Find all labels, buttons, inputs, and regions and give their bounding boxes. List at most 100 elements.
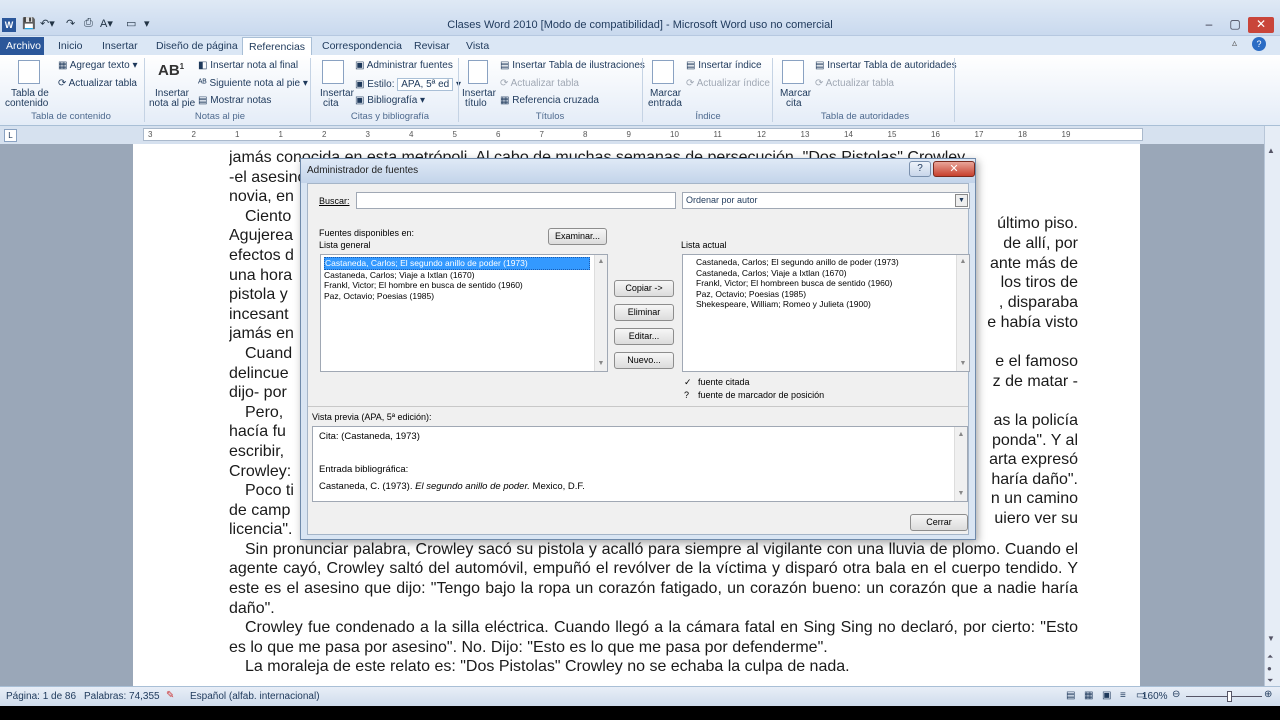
print-icon[interactable]: ⎙ [84, 17, 93, 33]
word-count[interactable]: Palabras: 74,355 [84, 691, 160, 702]
tab-selector-icon[interactable]: L [4, 129, 17, 142]
tab-archivo[interactable]: Archivo [0, 37, 44, 55]
browse-button[interactable]: Examinar... [548, 228, 607, 245]
update-table-figures-button[interactable]: ⟳ Actualizar tabla [500, 78, 579, 89]
undo-icon[interactable]: ↶▾ [40, 17, 55, 33]
source-list-item[interactable]: Frankl, Victor; El hombreen busca de sen… [686, 278, 966, 289]
mark-entry-icon[interactable] [652, 60, 674, 84]
view-outline-icon[interactable]: ≡ [1120, 690, 1126, 701]
scroll-up-icon[interactable]: ▲ [1267, 146, 1275, 155]
page-count[interactable]: Página: 1 de 86 [6, 691, 76, 702]
show-notes-button[interactable]: ▤ Mostrar notas [198, 95, 271, 106]
master-sources-list[interactable]: Castaneda, Carlos; El segundo anillo de … [320, 254, 608, 372]
vertical-scrollbar[interactable]: ▲ ▼ ⏶ ● ⏷ [1264, 126, 1280, 686]
font-color-icon[interactable]: A▾ [100, 17, 113, 33]
tab-correspondencia[interactable]: Correspondencia [316, 37, 408, 55]
update-table-authorities-button[interactable]: ⟳ Actualizar tabla [815, 78, 894, 89]
zoom-slider[interactable] [1186, 696, 1262, 697]
customize-qat-icon[interactable]: ▾ [144, 17, 150, 33]
mark-entry-label-2[interactable]: entrada [648, 98, 682, 109]
current-list-scrollbar[interactable]: ▲ ▼ [956, 255, 969, 371]
save-icon[interactable]: 💾 [22, 17, 36, 33]
update-table-button[interactable]: ⟳ Actualizar tabla [58, 78, 137, 89]
manage-sources-button[interactable]: ▣ Administrar fuentes [355, 60, 453, 71]
tab-revisar[interactable]: Revisar [408, 37, 456, 55]
copy-button[interactable]: Copiar -> [614, 280, 674, 297]
word-logo-icon[interactable]: W [2, 18, 16, 32]
next-page-icon[interactable]: ⏷ [1267, 676, 1273, 686]
preview-scrollbar[interactable]: ▲ ▼ [954, 427, 967, 501]
dialog-body: Buscar: Ordenar por autor ▼ Fuentes disp… [307, 183, 970, 535]
maximize-icon[interactable]: ▢ [1222, 17, 1248, 33]
zoom-out-icon[interactable]: ⊖ [1172, 689, 1180, 700]
minimize-ribbon-icon[interactable]: ▵ [1232, 38, 1237, 49]
footnote-icon[interactable]: AB1 [158, 62, 184, 79]
close-button[interactable]: Cerrar [910, 514, 968, 531]
source-list-item[interactable]: Shekespeare, William; Romeo y Julieta (1… [686, 299, 966, 310]
search-input[interactable] [356, 192, 676, 209]
dialog-help-button[interactable]: ? [909, 161, 931, 177]
source-list-item[interactable]: Castaneda, Carlos; El segundo anillo de … [324, 257, 590, 270]
help-icon[interactable]: ? [1252, 37, 1266, 51]
bibliography-button[interactable]: ▣ Bibliografía ▾ [355, 95, 425, 106]
tab-referencias[interactable]: Referencias [242, 37, 313, 55]
view-full-screen-icon[interactable]: ▦ [1084, 690, 1093, 701]
add-text-button[interactable]: ▦ Agregar texto ▾ [58, 60, 138, 71]
zoom-in-icon[interactable]: ⊕ [1264, 689, 1272, 700]
master-list-scrollbar[interactable]: ▲ ▼ [594, 255, 607, 371]
ruler-mark: 1 [235, 130, 240, 139]
toc-label-2[interactable]: contenido [5, 98, 48, 109]
ruler-mark: 5 [452, 130, 457, 139]
tab-vista[interactable]: Vista [460, 37, 495, 55]
language[interactable]: Español (alfab. internacional) [190, 691, 320, 702]
view-print-layout-icon[interactable]: ▤ [1066, 690, 1075, 701]
insert-table-authorities-button[interactable]: ▤ Insertar Tabla de autoridades [815, 60, 957, 71]
table-of-contents-icon[interactable] [18, 60, 40, 84]
current-sources-list[interactable]: Castaneda, Carlos; El segundo anillo de … [682, 254, 970, 372]
previous-page-icon[interactable]: ⏶ [1267, 652, 1273, 662]
tab-diseno-pagina[interactable]: Diseño de página [150, 37, 244, 55]
minimize-icon[interactable]: – [1196, 17, 1222, 33]
next-footnote-button[interactable]: ᴬᴮ Siguiente nota al pie ▾ [198, 78, 308, 89]
insert-caption-icon[interactable] [468, 60, 488, 84]
dropdown-arrow-icon[interactable]: ▼ [955, 194, 968, 207]
cross-reference-button[interactable]: ▦ Referencia cruzada [500, 95, 599, 106]
mark-citation-icon[interactable] [782, 60, 804, 84]
ruler-mark: 9 [626, 130, 631, 139]
view-web-icon[interactable]: ▣ [1102, 690, 1111, 701]
redo-icon[interactable]: ↷ [66, 17, 75, 33]
delete-button[interactable]: Eliminar [614, 304, 674, 321]
zoom-level[interactable]: 160% [1142, 691, 1168, 702]
source-list-item[interactable]: Castaneda, Carlos; El segundo anillo de … [686, 257, 966, 268]
insert-table-figures-button[interactable]: ▤ Insertar Tabla de ilustraciones [500, 60, 645, 71]
source-list-item[interactable]: Paz, Octavio; Poesias (1985) [686, 289, 966, 300]
tab-inicio[interactable]: Inicio [52, 37, 89, 55]
proofing-icon[interactable]: ✎ [166, 690, 174, 701]
source-list-item[interactable]: Paz, Octavio; Poesias (1985) [324, 291, 604, 302]
insert-caption-label-2[interactable]: título [465, 98, 487, 109]
horizontal-ruler[interactable]: 3 2 1 1 2 3 4 5 6 7 8 9 10 11 12 13 14 15 16 17 18 19 [143, 128, 1143, 141]
insert-citation-icon[interactable] [322, 60, 344, 84]
zoom-slider-thumb[interactable] [1227, 691, 1232, 702]
mark-citation-label-2[interactable]: cita [786, 98, 802, 109]
document-line-fragment: e había visto [987, 314, 1078, 332]
separator [954, 58, 955, 122]
edit-button[interactable]: Editar... [614, 328, 674, 345]
source-list-item[interactable]: Castaneda, Carlos; Viaje a Ixtlan (1670) [324, 270, 604, 281]
scroll-down-icon[interactable]: ▼ [1267, 634, 1275, 643]
close-window-icon[interactable]: ✕ [1248, 17, 1274, 33]
sort-select[interactable]: Ordenar por autor ▼ [682, 192, 970, 209]
insert-index-button[interactable]: ▤ Insertar índice [686, 60, 762, 71]
clipboard-icon[interactable]: ▭ [126, 17, 136, 33]
update-index-button[interactable]: ⟳ Actualizar índice [686, 78, 770, 89]
new-button[interactable]: Nuevo... [614, 352, 674, 369]
dialog-close-button[interactable]: ✕ [933, 161, 975, 177]
browse-object-icon[interactable]: ● [1267, 664, 1272, 673]
insert-endnote-button[interactable]: ◧ Insertar nota al final [198, 60, 298, 71]
style-selector[interactable]: ▣ Estilo: APA, 5ª ed ▾ [355, 78, 461, 91]
tab-insertar[interactable]: Insertar [96, 37, 144, 55]
insert-citation-label-2[interactable]: cita [323, 98, 339, 109]
source-list-item[interactable]: Castaneda, Carlos; Viaje a Ixtlan (1670) [686, 268, 966, 279]
source-list-item[interactable]: Frankl, Victor; El hombre en busca de se… [324, 280, 604, 291]
insert-footnote-label-2[interactable]: nota al pie [149, 98, 195, 109]
